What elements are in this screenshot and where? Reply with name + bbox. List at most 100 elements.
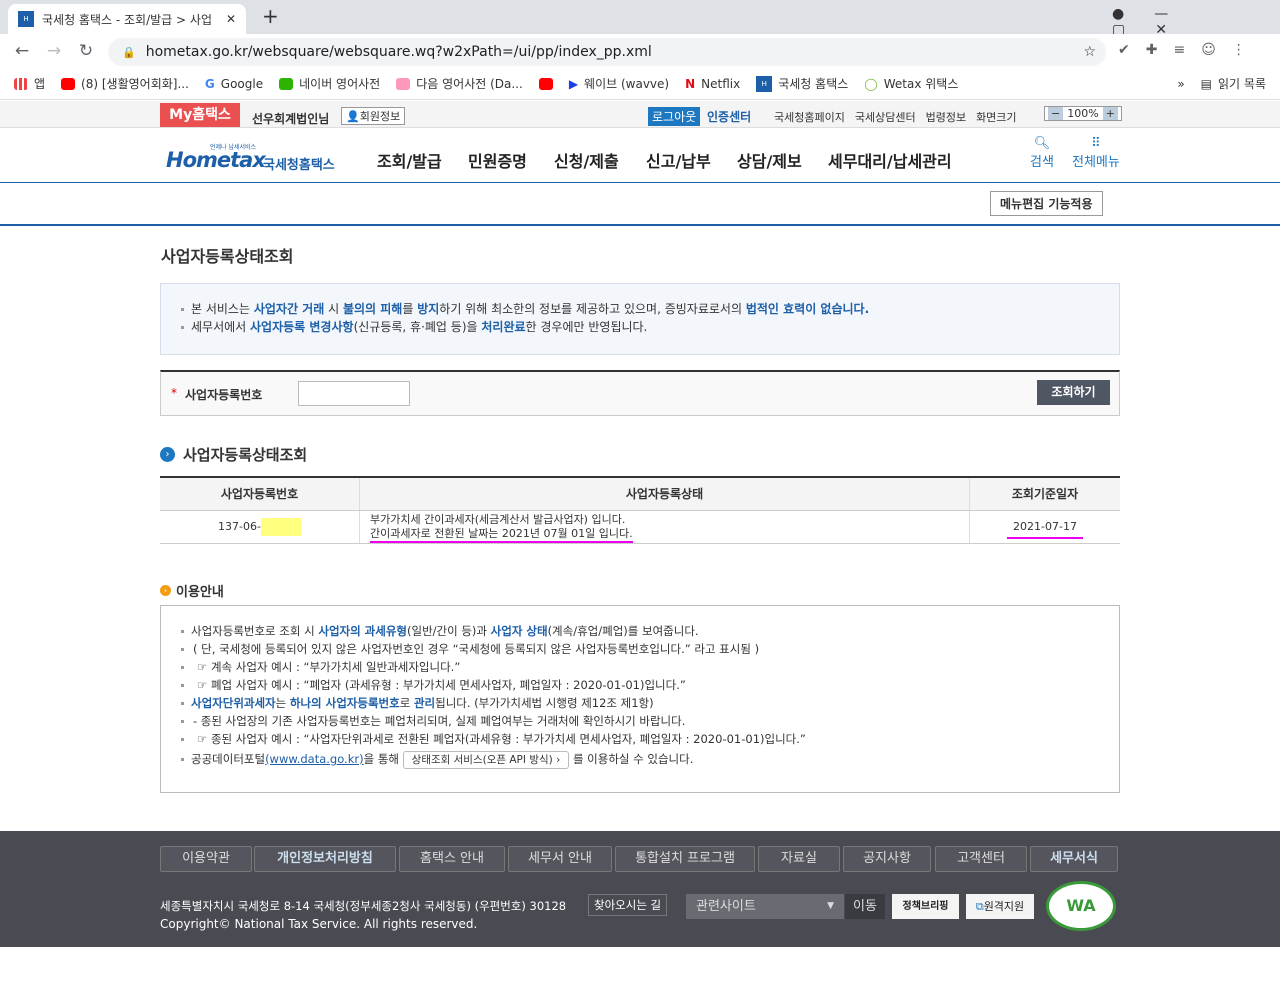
search-button[interactable]: 🔍︎ 검색 [1030,136,1054,170]
guide-heading: › 이용안내 [160,581,224,600]
bookmark-netflix[interactable]: N Netflix [685,77,740,91]
star-icon[interactable]: ☆ [1083,44,1096,60]
result-heading: › 사업자등록상태조회 [160,444,307,465]
guide-line: 사업자단위과세자는 하나의 사업자등록번호로 관리됩니다. (부가가치세법 시행… [179,694,1101,712]
netflix-icon: N [685,76,696,91]
remote-icon: ⧉ [975,900,984,913]
more-bookmarks-icon[interactable]: » [1177,77,1184,91]
nts-home-link[interactable]: 국세청홈페이지 [774,109,845,125]
page-title: 사업자등록상태조회 [161,247,294,266]
all-menu-button[interactable]: ⠿ 전체메뉴 [1072,136,1120,170]
reading-list[interactable]: ▤ 읽기 목록 [1201,75,1266,92]
col-status: 사업자등록상태 [360,478,970,510]
col-bizno: 사업자등록번호 [160,478,360,510]
address-bar[interactable]: 🔒 hometax.go.kr/websquare/websquare.wq?w… [108,38,1106,66]
footer-link-office-guide[interactable]: 세무서 안내 [508,846,612,872]
logout-button[interactable]: 로그아웃 [648,107,701,126]
zoom-in-button[interactable]: + [1102,107,1118,120]
bookmark-youtube-2[interactable] [538,77,553,90]
footer-link-tax-forms[interactable]: 세무서식 [1030,846,1118,872]
bookmark-youtube[interactable]: (8) [생활영어회화]... [61,75,189,92]
open-api-button[interactable]: 상태조회 서비스(오픈 API 방식) › [402,751,570,769]
reading-list-icon: ▤ [1200,76,1213,91]
related-sites-select[interactable]: 관련사이트 ▼ [686,894,844,919]
search-submit-button[interactable]: 조회하기 [1037,380,1110,405]
hometax-icon: H [756,75,773,92]
bookmark-naver-dict[interactable]: 네이버 영어사전 [279,75,380,92]
menu-certificate[interactable]: 민원증명 [468,148,527,172]
consult-center-link[interactable]: 국세상담센터 [855,109,916,125]
bookmark-daum-dict[interactable]: 다음 영어사전 (Da... [396,75,523,92]
guide-line: ☞ 계속 사업자 예시 : “부가가치세 일반과세자입니다.” [179,658,1101,676]
apps-grid-icon [14,77,28,90]
menu-consult[interactable]: 상담/제보 [737,148,802,172]
footer-link-install[interactable]: 통합설치 프로그램 [615,846,755,872]
info-circle-icon: › [160,585,171,596]
browser-tab[interactable]: H 국세청 홈택스 - 조회/발급 > 사업 ✕ [8,4,246,34]
browser-tab-bar: H 국세청 홈택스 - 조회/발급 > 사업 ✕ + ●—▢✕ [0,0,1280,38]
youtube-icon [538,77,553,90]
data-portal-link[interactable]: (www.data.go.kr) [265,752,364,766]
lock-icon: 🔒 [122,45,136,59]
bizno-label: 사업자등록번호 [185,388,263,402]
grid-icon: ⠿ [1091,136,1101,151]
hometax-favicon: H [18,11,34,27]
search-icon: 🔍︎ [1033,136,1051,151]
menu-edit-button[interactable]: 메뉴편집 기능적용 [990,191,1103,216]
cert-center-link[interactable]: 인증센터 [707,108,751,125]
guide-line: 공공데이터포털(www.data.go.kr)을 통해 상태조회 서비스(오픈 … [179,750,1101,769]
bookmark-hometax[interactable]: H 국세청 홈택스 [756,75,848,92]
required-mark: * [171,386,177,400]
bookmark-google[interactable]: G Google [205,77,263,91]
bookmark-apps[interactable]: 앱 [14,75,45,92]
zoom-value: 100% [1067,107,1099,120]
bookmarks-bar: 앱 (8) [생활영어회화]... G Google 네이버 영어사전 다음 영어… [0,68,1280,100]
footer-address: 세종특별자치시 국세청로 8-14 국세청(정부세종2청사 국세청동) (우편번… [160,899,567,913]
remote-support-button[interactable]: ⧉원격지원 [966,894,1034,919]
forward-icon[interactable]: → [38,41,70,61]
youtube-icon [61,77,76,90]
search-form: * 사업자등록번호 조회하기 [160,370,1120,416]
naver-icon [279,77,294,90]
go-button[interactable]: 이동 [845,894,885,919]
guide-line: 사업자등록번호로 조회 시 사업자의 과세유형(일반/간이 등)과 사업자 상태… [179,622,1101,640]
url-text: hometax.go.kr/websquare/websquare.wq?w2x… [145,44,652,60]
copyright: Copyright© National Tax Service. All rig… [160,917,478,931]
main-nav: 언제나 납세서비스 Hometax 국세청홈택스 조회/발급 민원증명 신청/제… [0,128,1280,183]
footer-link-support[interactable]: 고객센터 [935,846,1027,872]
new-tab-icon[interactable]: + [262,4,279,28]
bookmark-wetax[interactable]: ◯ Wetax 위택스 [864,75,958,92]
my-hometax-button[interactable]: My홈택스 [160,103,240,127]
footer-link-notice[interactable]: 공지사항 [843,846,931,872]
directions-button[interactable]: 찾아오시는 길 [588,894,668,916]
policy-briefing-link[interactable]: 정책브리핑 [892,894,959,919]
menu-tax-agent[interactable]: 세무대리/납세관리 [828,148,952,172]
footer-link-privacy[interactable]: 개인정보처리방침 [254,846,396,872]
reload-icon[interactable]: ↻ [70,41,102,61]
footer-link-hometax-guide[interactable]: 홈택스 안내 [399,846,505,872]
footer-link-archive[interactable]: 자료실 [758,846,840,872]
guide-line: ☞ 종된 사업자 예시 : “사업자단위과세로 전환된 폐업자(과세유형 : 부… [179,730,1101,748]
footer-link-terms[interactable]: 이용약관 [160,846,252,872]
extension-icons[interactable]: ✔✚≡☺⋮ [1118,42,1262,58]
menu-inquiry-issue[interactable]: 조회/발급 [377,148,442,172]
law-info-link[interactable]: 법령정보 [926,109,966,125]
zoom-out-button[interactable]: − [1048,107,1064,120]
member-info-button[interactable]: 👤회원정보 [341,107,406,125]
bookmark-wavve[interactable]: ▶ 웨이브 (wavve) [569,75,669,92]
notice-box: 본 서비스는 사업자간 거래 시 불의의 피해를 방지하기 위해 최소한의 정보… [160,283,1120,355]
menu-apply-submit[interactable]: 신청/제출 [554,148,619,172]
dropdown-arrow-icon: ▼ [827,901,834,911]
close-tab-icon[interactable]: ✕ [226,12,236,26]
menu-report-pay[interactable]: 신고/납부 [646,148,711,172]
notice-line-2: 세무서에서 사업자등록 변경사항(신규등록, 휴·폐업 등)을 처리완료한 경우… [179,318,1101,336]
guide-line: - 종된 사업장의 기존 사업자등록번호는 폐업처리되며, 실제 폐업여부는 거… [179,712,1101,730]
guide-box: 사업자등록번호로 조회 시 사업자의 과세유형(일반/간이 등)과 사업자 상태… [160,605,1120,793]
tab-title: 국세청 홈택스 - 조회/발급 > 사업 [42,12,212,27]
back-icon[interactable]: ← [6,41,38,61]
wa-certification-mark: WA [1046,881,1116,931]
cell-date: 2021-07-17 [970,511,1120,543]
bizno-input[interactable] [298,381,410,406]
table-header: 사업자등록번호 사업자등록상태 조회기준일자 [160,478,1120,511]
google-icon: G [204,76,215,91]
